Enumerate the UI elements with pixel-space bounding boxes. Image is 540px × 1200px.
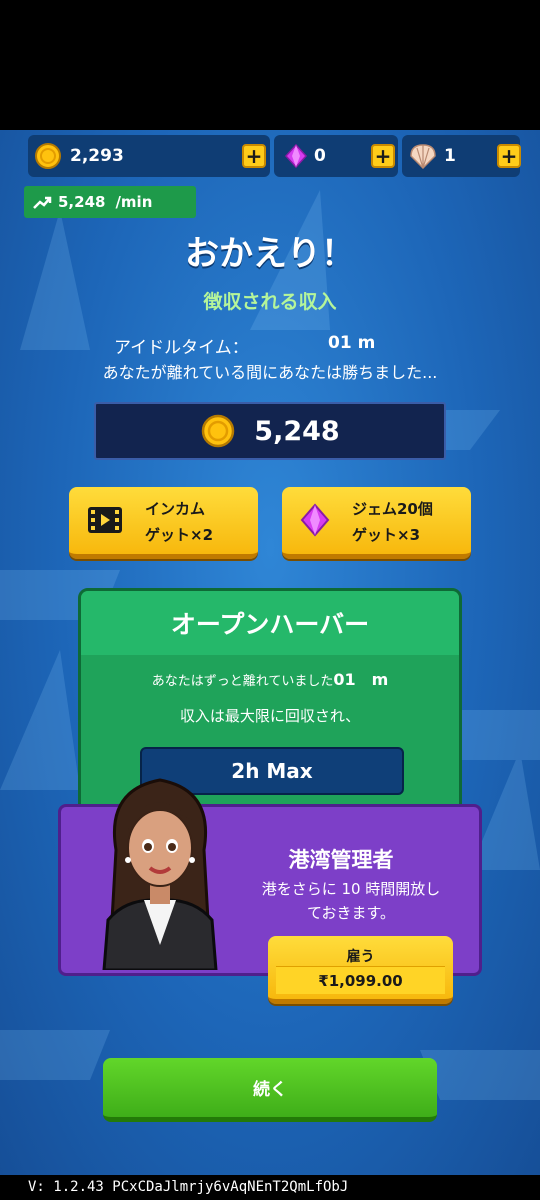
manager-avatar — [102, 778, 218, 970]
earnings-box: 5,248 — [94, 402, 446, 460]
collected-income-subtitle: 徴収される収入 — [203, 291, 337, 313]
harbor-manager-desc-line2: ておきます。 — [306, 904, 396, 922]
double-income-line2: ゲット×2 — [145, 526, 214, 544]
hire-manager-button[interactable]: 雇う ₹1,099.00 — [268, 936, 453, 1004]
harbor-manager-description: 港をさらに 10 時間開放し ておきます。 — [251, 877, 451, 925]
gem-icon — [284, 143, 308, 169]
open-harbor-title: オープンハーバー — [81, 591, 459, 655]
gem-triple-label: ジェム20個 ゲット×3 — [352, 496, 433, 548]
coin-icon — [35, 143, 61, 169]
status-bar — [0, 0, 540, 130]
add-coins-button[interactable]: + — [242, 144, 266, 168]
coin-icon — [202, 414, 235, 448]
trend-up-icon — [33, 196, 52, 209]
earnings-amount: 5,248 — [254, 415, 340, 447]
video-icon — [88, 507, 122, 533]
double-income-label: インカム ゲット×2 — [145, 496, 213, 548]
max-collected-text: 収入は最大限に回収され、 — [179, 707, 361, 725]
hire-label: 雇う — [346, 949, 375, 965]
income-rate-value: 5,248 — [58, 193, 106, 211]
income-rate-unit: /min — [115, 193, 153, 211]
double-income-line1: インカム — [145, 500, 206, 518]
coin-count: 2,293 — [70, 146, 124, 166]
harbor-manager-desc-line1: 港をさらに 10 時間開放し — [261, 880, 441, 898]
coin-counter: 2,293 — [28, 135, 270, 177]
continue-button[interactable]: 続く — [103, 1058, 437, 1122]
shell-icon — [410, 144, 436, 170]
idle-time-value: 01 m — [328, 333, 376, 353]
shell-count: 1 — [444, 146, 456, 166]
gem-triple-line1: ジェム20個 — [352, 500, 433, 518]
gem-triple-line2: ゲット×3 — [352, 526, 421, 544]
away-time-label: あなたはずっと離れていました — [151, 674, 334, 689]
hire-price: ₹1,099.00 — [276, 966, 445, 994]
gem-count: 0 — [314, 146, 326, 166]
gem-icon — [300, 503, 330, 537]
gem-triple-income-button[interactable]: ジェム20個 ゲット×3 — [282, 487, 471, 559]
won-while-away-text: あなたが離れている間にあなたは勝ちました... — [102, 363, 438, 382]
idle-time-label: アイドルタイム： — [114, 338, 249, 358]
welcome-title: おかえり！ — [185, 234, 355, 274]
version-text: V: 1.2.43 PCxCDaJlmrjy6vAqNEnT2QmLfObJ — [0, 1175, 540, 1200]
income-rate-badge: 5,248 /min — [24, 186, 196, 218]
away-time-text: あなたはずっと離れていました01 m — [81, 666, 459, 690]
add-shells-button[interactable]: + — [497, 144, 521, 168]
game-screen: 2,293 + 0 + 1 + 5,248 /min おかえり！ 徴収される収入… — [0, 130, 540, 1175]
double-income-video-button[interactable]: インカム ゲット×2 — [69, 487, 258, 559]
harbor-manager-title: 港湾管理者 — [288, 848, 394, 872]
away-time-value: 01 m — [333, 670, 389, 689]
add-gems-button[interactable]: + — [371, 144, 395, 168]
